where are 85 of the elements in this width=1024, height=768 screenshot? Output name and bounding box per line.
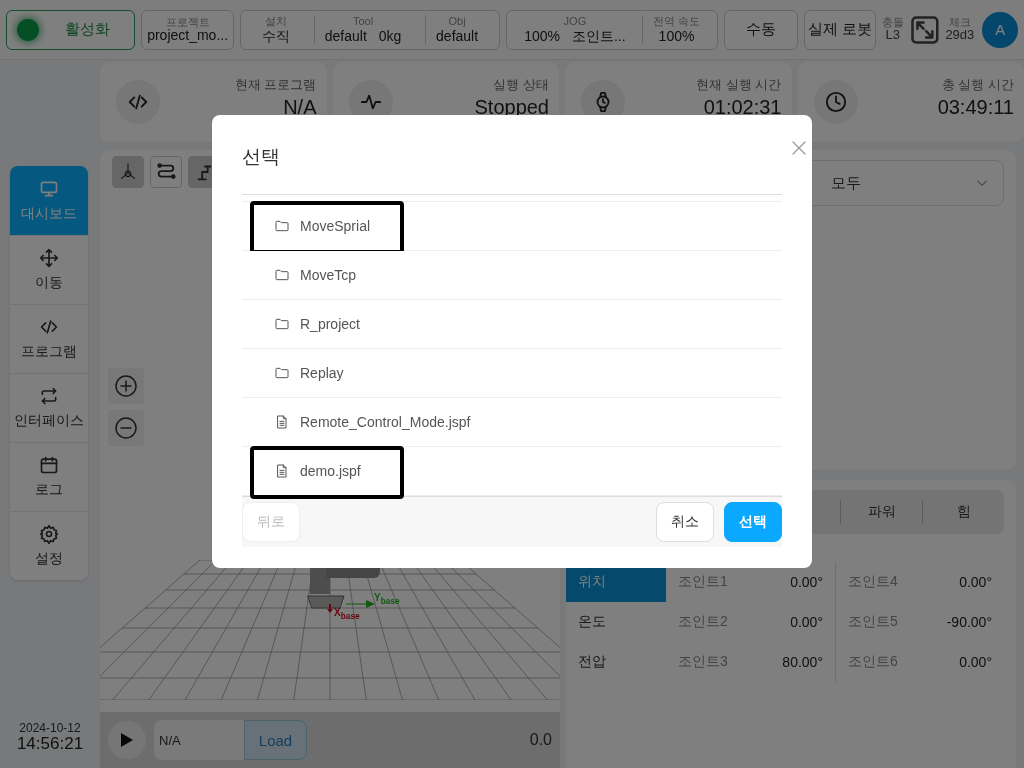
- load-button[interactable]: Load: [244, 720, 307, 760]
- field-value: 100%: [524, 27, 560, 44]
- zoom-out-icon: [114, 416, 138, 440]
- stat-label: 총 실행 시간: [941, 76, 1014, 94]
- project-panel[interactable]: 프로젝트 project_mo...: [141, 9, 235, 50]
- joint-value: -90.00°: [946, 614, 992, 630]
- robot-mode-button[interactable]: 실제 로봇: [803, 9, 876, 50]
- field-label: JOG: [563, 15, 587, 28]
- file-row[interactable]: demo.jspf: [242, 447, 782, 496]
- field-value: 0kg: [378, 27, 402, 44]
- swap-icon: [39, 386, 59, 406]
- field-value: 조인트...: [571, 27, 626, 44]
- folder-row[interactable]: MoveSprial: [242, 202, 782, 251]
- joint-value: 0.00°: [959, 574, 992, 590]
- clock-icon: [824, 91, 847, 113]
- stat-label: 현재 실행 시간: [696, 76, 782, 94]
- stat-value: N/A: [283, 96, 317, 119]
- time-text: 14:56:21: [16, 735, 84, 754]
- field-value: default: [436, 27, 479, 44]
- nav-item[interactable]: 이동: [10, 235, 88, 304]
- stat-value: 01:02:31: [703, 96, 782, 119]
- tab[interactable]: 온도: [566, 602, 666, 642]
- close-button[interactable]: [792, 141, 806, 155]
- code-icon: [39, 317, 59, 337]
- stat-value: Stopped: [474, 96, 549, 119]
- field-label: Tool: [352, 15, 374, 28]
- stat-label: 실행 상태: [493, 76, 549, 94]
- activate-button[interactable]: 활성화: [6, 9, 135, 50]
- zoom-in-icon: [114, 374, 138, 398]
- program-field[interactable]: N/A: [154, 720, 244, 760]
- joint-name: 조인트1: [678, 573, 728, 591]
- play-button[interactable]: [108, 721, 146, 759]
- tab[interactable]: 파워: [840, 500, 922, 524]
- axis-label: X$_{base}$: [334, 607, 360, 621]
- close-icon: [792, 141, 806, 155]
- stat-value: 03:49:11: [937, 96, 1014, 119]
- field-value: 100%: [658, 27, 695, 44]
- date-text: 2024-10-12: [19, 722, 81, 736]
- dialog-title: 선택: [242, 144, 280, 169]
- x-axis-arrow: [326, 604, 334, 614]
- zoom-in-button[interactable]: [108, 368, 144, 404]
- axis-label: Y$_{base}$: [374, 592, 400, 606]
- tab[interactable]: 힘: [922, 500, 1004, 524]
- field-value: L3: [885, 28, 900, 43]
- cancel-button[interactable]: 취소: [656, 502, 714, 542]
- file-icon: [274, 414, 290, 430]
- nav-item[interactable]: 설정: [10, 511, 88, 580]
- mode-button[interactable]: 수동: [724, 9, 798, 50]
- field-value: 수직: [262, 27, 291, 44]
- playback-value: 0.0: [529, 731, 552, 749]
- folder-icon: [274, 365, 290, 381]
- joint-name: 조인트4: [848, 573, 898, 591]
- stat-label: 현재 프로그램: [234, 76, 317, 94]
- joint-value: 80.00°: [782, 654, 823, 670]
- folder-row[interactable]: MoveTcp: [242, 251, 782, 300]
- tab[interactable]: 전압: [566, 642, 666, 682]
- folder-icon: [274, 267, 290, 283]
- user-avatar[interactable]: A: [982, 11, 1018, 48]
- gear-icon: [39, 524, 59, 544]
- folder-icon: [274, 316, 290, 332]
- play-icon: [120, 732, 134, 748]
- select-button[interactable]: 선택: [724, 502, 782, 542]
- joint-value: 0.00°: [790, 574, 823, 590]
- file-icon: [274, 463, 290, 479]
- joint-value: 0.00°: [790, 614, 823, 630]
- field-value: 29d3: [945, 28, 975, 43]
- zoom-out-button[interactable]: [108, 410, 144, 446]
- folder-icon: [274, 218, 290, 234]
- field-label: Obj: [448, 15, 466, 28]
- calendar-icon: [39, 455, 59, 475]
- joint-value: 0.00°: [959, 654, 992, 670]
- field-label: 프로젝트: [165, 15, 210, 28]
- nav-item[interactable]: 인터페이스: [10, 373, 88, 442]
- field-value: default: [324, 27, 367, 44]
- move-icon: [39, 248, 59, 268]
- project-name: project_mo...: [147, 27, 229, 44]
- joint-name: 조인트3: [678, 653, 728, 671]
- field-label: 충돌: [881, 16, 904, 29]
- joint-name: 조인트5: [848, 613, 898, 631]
- nav-item[interactable]: 프로그램: [10, 304, 88, 373]
- joint-name: 조인트2: [678, 613, 728, 631]
- nav-item[interactable]: 로그: [10, 442, 88, 511]
- expand-icon: [909, 14, 940, 45]
- y-axis-arrow: [346, 600, 376, 608]
- joint-name: 조인트6: [848, 653, 898, 671]
